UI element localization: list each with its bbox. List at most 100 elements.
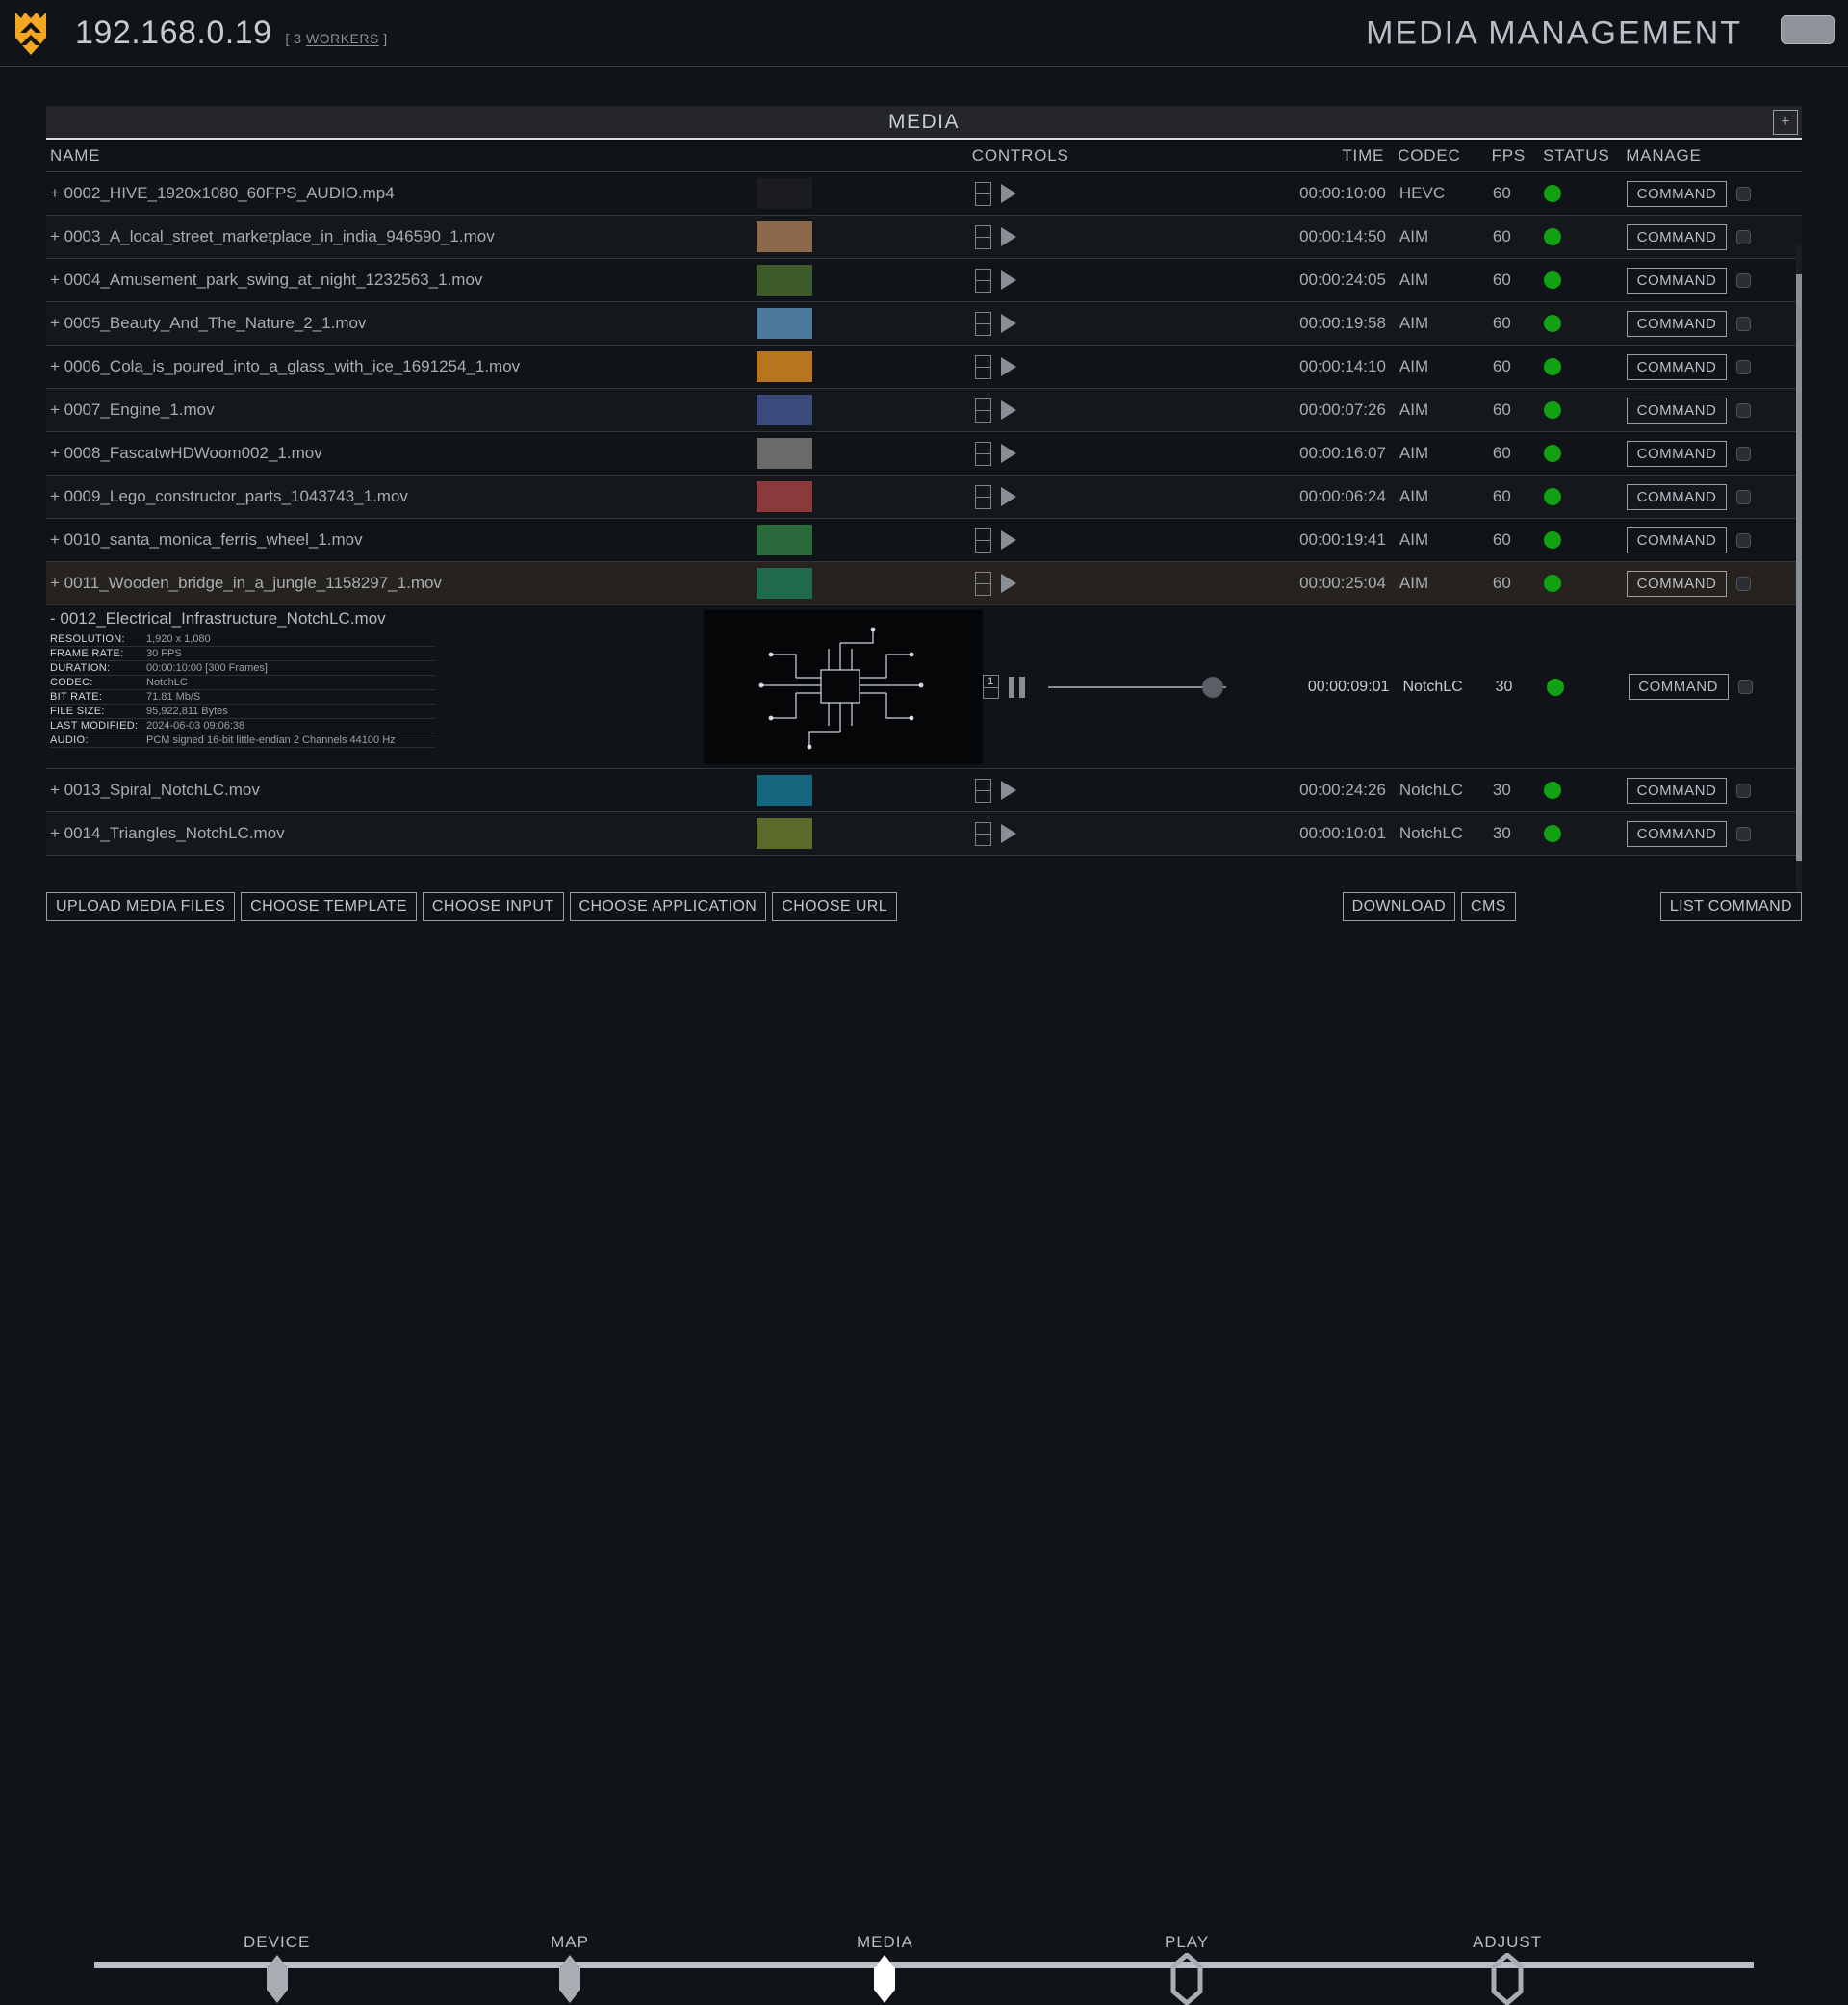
frame-field[interactable]	[975, 571, 992, 596]
row-select-toggle[interactable]	[1736, 783, 1752, 798]
media-thumbnail[interactable]	[756, 481, 812, 512]
media-thumbnail[interactable]	[756, 438, 812, 469]
frame-field[interactable]	[975, 181, 992, 206]
workers-link[interactable]: WORKERS	[306, 31, 379, 46]
command-button[interactable]: COMMAND	[1627, 483, 1728, 510]
media-file-name[interactable]: + 0011_Wooden_bridge_in_a_jungle_1158297…	[46, 574, 612, 593]
table-row[interactable]: + 0002_HIVE_1920x1080_60FPS_AUDIO.mp4 00…	[46, 172, 1802, 216]
table-row[interactable]: + 0007_Engine_1.mov 00:00:07:26 AIM 60 C…	[46, 389, 1802, 432]
media-thumbnail[interactable]	[756, 351, 812, 382]
play-icon[interactable]	[1001, 574, 1017, 593]
row-select-toggle[interactable]	[1736, 489, 1752, 504]
media-file-name[interactable]: + 0013_Spiral_NotchLC.mov	[46, 781, 612, 800]
row-select-toggle[interactable]	[1736, 316, 1752, 331]
play-icon[interactable]	[1001, 314, 1017, 333]
command-button[interactable]: COMMAND	[1627, 353, 1728, 380]
wizard-step-marker-icon[interactable]	[551, 1953, 589, 2005]
row-select-toggle[interactable]	[1736, 576, 1752, 591]
row-select-toggle[interactable]	[1736, 359, 1752, 374]
command-button[interactable]: COMMAND	[1628, 674, 1729, 700]
table-row-expanded[interactable]: - 0012_Electrical_Infrastructure_NotchLC…	[46, 605, 1802, 769]
media-file-name[interactable]: + 0014_Triangles_NotchLC.mov	[46, 824, 612, 843]
frame-field[interactable]	[975, 268, 992, 293]
wizard-step-map[interactable]: MAP	[551, 1933, 589, 2005]
media-file-name[interactable]: + 0005_Beauty_And_The_Nature_2_1.mov	[46, 314, 612, 333]
row-select-toggle[interactable]	[1737, 680, 1753, 694]
play-icon[interactable]	[1001, 444, 1017, 463]
media-thumbnail[interactable]	[756, 568, 812, 599]
action-button[interactable]: LIST COMMAND	[1659, 892, 1802, 921]
play-icon[interactable]	[1001, 781, 1017, 800]
frame-field[interactable]	[975, 224, 992, 249]
media-file-name[interactable]: + 0008_FascatwHDWoom002_1.mov	[46, 444, 612, 463]
frame-field[interactable]	[975, 484, 992, 509]
media-thumbnail[interactable]	[756, 395, 812, 425]
table-row[interactable]: + 0011_Wooden_bridge_in_a_jungle_1158297…	[46, 562, 1802, 605]
row-select-toggle[interactable]	[1736, 229, 1752, 244]
wizard-step-marker-icon[interactable]	[865, 1953, 904, 2005]
action-button[interactable]: CMS	[1461, 892, 1516, 921]
frame-field[interactable]	[975, 441, 992, 466]
table-row[interactable]: + 0005_Beauty_And_The_Nature_2_1.mov 00:…	[46, 302, 1802, 346]
row-select-toggle[interactable]	[1736, 402, 1752, 418]
play-icon[interactable]	[1001, 184, 1017, 203]
table-row[interactable]: + 0003_A_local_street_marketplace_in_ind…	[46, 216, 1802, 259]
play-icon[interactable]	[1001, 487, 1017, 506]
command-button[interactable]: COMMAND	[1627, 310, 1728, 337]
command-button[interactable]: COMMAND	[1627, 820, 1728, 847]
action-button[interactable]: CHOOSE APPLICATION	[569, 892, 767, 921]
wizard-step-play[interactable]: PLAY	[1165, 1933, 1209, 2005]
play-icon[interactable]	[1001, 824, 1017, 843]
command-button[interactable]: COMMAND	[1627, 777, 1728, 804]
frame-field[interactable]: 1	[982, 675, 999, 699]
add-media-button[interactable]: +	[1773, 110, 1798, 135]
table-row[interactable]: + 0013_Spiral_NotchLC.mov 00:00:24:26 No…	[46, 769, 1802, 812]
frame-field[interactable]	[975, 398, 992, 423]
play-icon[interactable]	[1001, 270, 1017, 290]
media-thumbnail[interactable]	[756, 221, 812, 252]
row-select-toggle[interactable]	[1736, 446, 1752, 461]
media-thumbnail[interactable]	[756, 818, 812, 849]
play-icon[interactable]	[1001, 227, 1017, 246]
media-file-name[interactable]: - 0012_Electrical_Infrastructure_NotchLC…	[50, 609, 607, 629]
command-button[interactable]: COMMAND	[1627, 570, 1728, 597]
frame-field[interactable]	[975, 527, 992, 553]
command-button[interactable]: COMMAND	[1627, 397, 1728, 424]
row-select-toggle[interactable]	[1736, 532, 1752, 548]
action-button[interactable]: CHOOSE URL	[772, 892, 898, 921]
table-row[interactable]: + 0008_FascatwHDWoom002_1.mov 00:00:16:0…	[46, 432, 1802, 476]
media-file-name[interactable]: + 0009_Lego_constructor_parts_1043743_1.…	[46, 487, 612, 506]
media-preview[interactable]	[703, 609, 983, 764]
action-button[interactable]: CHOOSE TEMPLATE	[241, 892, 417, 921]
command-button[interactable]: COMMAND	[1627, 180, 1728, 207]
row-select-toggle[interactable]	[1736, 272, 1752, 288]
media-file-name[interactable]: + 0004_Amusement_park_swing_at_night_123…	[46, 270, 612, 290]
media-file-name[interactable]: + 0006_Cola_is_poured_into_a_glass_with_…	[46, 357, 612, 376]
command-button[interactable]: COMMAND	[1627, 527, 1728, 553]
table-row[interactable]: + 0014_Triangles_NotchLC.mov 00:00:10:01…	[46, 812, 1802, 856]
wizard-step-marker-icon[interactable]	[1488, 1953, 1527, 2005]
table-row[interactable]: + 0010_santa_monica_ferris_wheel_1.mov 0…	[46, 519, 1802, 562]
play-icon[interactable]	[1001, 357, 1017, 376]
wizard-step-device[interactable]: DEVICE	[244, 1933, 310, 2005]
row-select-toggle[interactable]	[1736, 826, 1752, 841]
workers-count[interactable]: [ 3 WORKERS ]	[286, 31, 388, 46]
table-row[interactable]: + 0004_Amusement_park_swing_at_night_123…	[46, 259, 1802, 302]
scrollbar-thumb[interactable]	[1796, 274, 1802, 861]
media-file-name[interactable]: + 0010_santa_monica_ferris_wheel_1.mov	[46, 530, 612, 550]
table-row[interactable]: + 0009_Lego_constructor_parts_1043743_1.…	[46, 476, 1802, 519]
action-button[interactable]: DOWNLOAD	[1342, 892, 1456, 921]
command-button[interactable]: COMMAND	[1627, 223, 1728, 250]
playhead-slider[interactable]	[1047, 676, 1226, 698]
wizard-step-adjust[interactable]: ADJUST	[1473, 1933, 1542, 2005]
media-thumbnail[interactable]	[756, 775, 812, 806]
header-menu-button[interactable]	[1781, 15, 1835, 44]
media-thumbnail[interactable]	[756, 308, 812, 339]
media-thumbnail[interactable]	[756, 525, 812, 555]
wizard-step-marker-icon[interactable]	[1168, 1953, 1206, 2005]
action-button[interactable]: UPLOAD MEDIA FILES	[46, 892, 236, 921]
frame-field[interactable]	[975, 778, 992, 803]
media-file-name[interactable]: + 0007_Engine_1.mov	[46, 400, 612, 420]
play-icon[interactable]	[1001, 530, 1017, 550]
wizard-step-marker-icon[interactable]	[258, 1953, 296, 2005]
